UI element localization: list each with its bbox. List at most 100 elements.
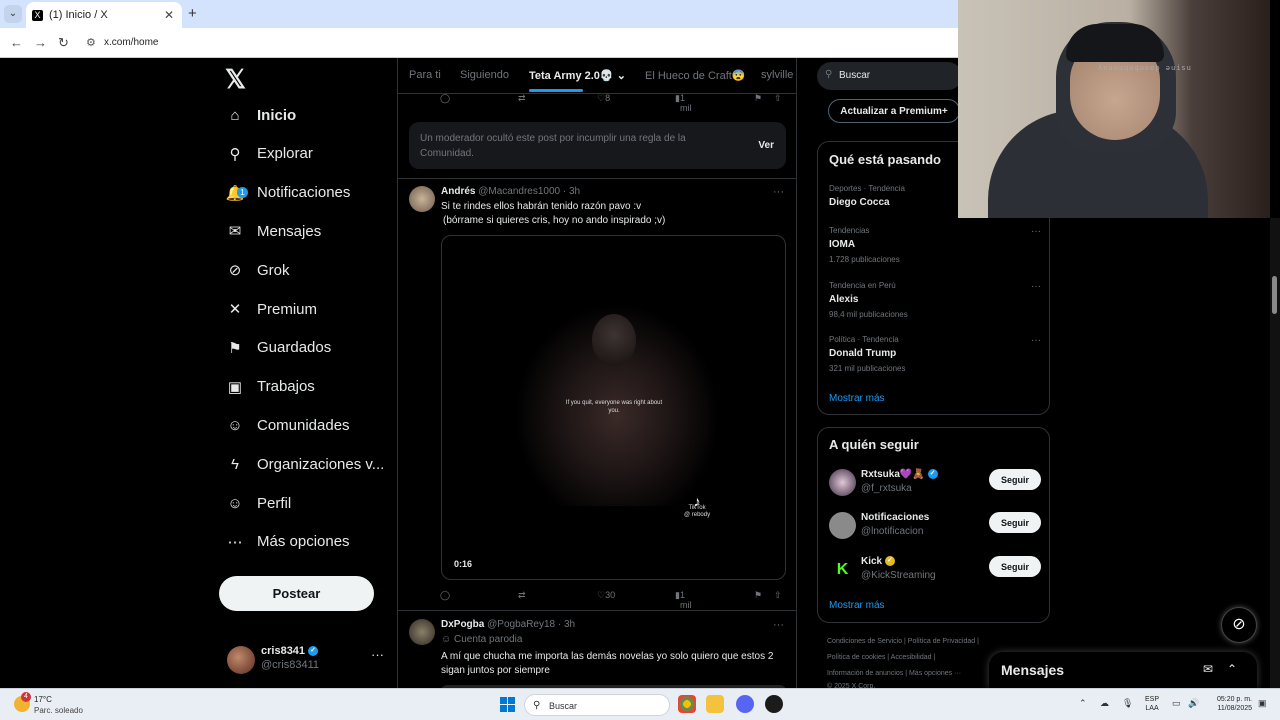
- footer-links[interactable]: Condiciones de Servicio | Política de Pr…: [827, 638, 979, 645]
- bookmark-icon[interactable]: ⚑: [754, 590, 762, 601]
- site-info-icon[interactable]: ⚙: [86, 36, 96, 49]
- reply-icon[interactable]: ◯: [440, 590, 450, 601]
- nav-item-perfil[interactable]: ☺ Perfil: [225, 485, 397, 521]
- views-button[interactable]: ▮ 1 mil: [675, 93, 691, 113]
- cloud-icon[interactable]: ☁: [1100, 698, 1109, 709]
- new-tab-button[interactable]: +: [188, 5, 197, 22]
- lightning-icon: ϟ: [231, 455, 239, 473]
- post-button[interactable]: Postear: [219, 576, 374, 611]
- more-icon[interactable]: ···: [1031, 226, 1041, 237]
- trend-item[interactable]: Tendencias IOMA 1.728 publicaciones ···: [829, 226, 1041, 264]
- more-icon[interactable]: ···: [371, 647, 384, 662]
- url-field[interactable]: x.com/home: [104, 37, 158, 48]
- weather-temp[interactable]: 17°C: [34, 695, 52, 704]
- tab-sylville[interactable]: sylville: [761, 69, 793, 81]
- trend-item[interactable]: Tendencia en Perú Alexis 98,4 mil public…: [829, 281, 1041, 319]
- avatar[interactable]: [409, 186, 435, 212]
- tab-search-dropdown[interactable]: ⌄: [4, 5, 22, 23]
- forward-icon[interactable]: →: [34, 35, 47, 50]
- view-hidden-button[interactable]: Ver: [758, 140, 774, 151]
- premium-button[interactable]: Actualizar a Premium+: [828, 99, 960, 123]
- video-player[interactable]: If you quit, everyone was right about yo…: [441, 235, 786, 580]
- nav-item-notificaciones[interactable]: 🔔 1 Notificaciones: [225, 175, 397, 211]
- taskbar-search[interactable]: ⚲ Buscar: [524, 694, 670, 716]
- clock[interactable]: 05:20 p. m. 11/08/2025: [1206, 695, 1252, 713]
- file-explorer-icon[interactable]: [706, 695, 724, 713]
- repost-icon[interactable]: ⇄: [518, 590, 526, 601]
- share-icon[interactable]: ⇧: [774, 93, 782, 104]
- home-icon: ⌂: [230, 106, 240, 124]
- more-icon[interactable]: ···: [773, 186, 784, 198]
- follow-suggestion[interactable]: Rxtsuka💜🧸 ✓ @f_rxtsuka Seguir: [829, 469, 1041, 499]
- nav-item-comunidades[interactable]: ☺ Comunidades: [225, 407, 397, 443]
- reload-icon[interactable]: ↻: [58, 35, 69, 51]
- tab-close-icon[interactable]: ✕: [164, 8, 174, 22]
- scrollbar-thumb[interactable]: [1272, 276, 1277, 314]
- discord-icon[interactable]: [736, 695, 754, 713]
- left-sidebar: 𝕏 ⌂ Inicio ⚲ Explorar 🔔 1 Notificaciones ✉ Mensa…: [215, 58, 397, 688]
- chevron-up-icon[interactable]: ⌃: [1227, 662, 1237, 676]
- share-icon[interactable]: ⇧: [774, 590, 782, 601]
- nav-item-trabajos[interactable]: ▣ Trabajos: [225, 369, 397, 405]
- more-icon[interactable]: ···: [1031, 335, 1041, 346]
- search-icon: ⚲: [825, 69, 833, 80]
- nav-item-label: Grok: [257, 261, 290, 279]
- trend-item[interactable]: Política · Tendencia Donald Trump 321 mi…: [829, 335, 1041, 373]
- nav-item-mensajes[interactable]: ✉ Mensajes: [225, 213, 397, 249]
- bookmark-icon[interactable]: ⚑: [754, 93, 762, 104]
- messages-drawer[interactable]: Mensajes ✉ ⌃: [989, 652, 1257, 688]
- chevron-down-icon: ⌄: [616, 70, 626, 82]
- nav-item-label: Premium: [257, 300, 318, 318]
- follow-button[interactable]: Seguir: [989, 556, 1041, 577]
- start-button[interactable]: [500, 697, 515, 712]
- network-icon[interactable]: ▭: [1172, 698, 1181, 709]
- nav-item-organizaciones-v[interactable]: ϟ Organizaciones v...: [225, 446, 397, 482]
- follow-suggestion[interactable]: Notificaciones @lnotificacion Seguir: [829, 512, 1041, 542]
- more-icon[interactable]: ···: [1031, 281, 1041, 292]
- tab-teta-army[interactable]: Teta Army 2.0💀 ⌄: [529, 69, 626, 82]
- tab-hueco-de-craft[interactable]: El Hueco de Craft😨: [645, 69, 746, 82]
- grok-icon[interactable]: ⊘: [1221, 607, 1257, 643]
- nav-item-grok[interactable]: ⊘ Grok: [225, 252, 397, 288]
- x-logo-icon[interactable]: 𝕏: [225, 64, 246, 95]
- tab-para-ti[interactable]: Para ti: [409, 69, 441, 81]
- nav-item-premium[interactable]: ✕ Premium: [225, 291, 397, 327]
- microphone-icon[interactable]: 🎙: [1122, 698, 1133, 709]
- chevron-up-icon[interactable]: ⌃: [1079, 698, 1087, 709]
- nav-item-explorar[interactable]: ⚲ Explorar: [225, 136, 397, 172]
- like-button[interactable]: ♡ 30: [597, 590, 615, 601]
- person-icon: ☺: [227, 494, 243, 512]
- volume-icon[interactable]: 🔊: [1188, 698, 1199, 709]
- like-button[interactable]: ♡ 8: [597, 93, 610, 104]
- follow-button[interactable]: Seguir: [989, 512, 1041, 533]
- back-icon[interactable]: ←: [10, 35, 23, 50]
- notifications-icon[interactable]: ▣: [1258, 698, 1267, 709]
- post-actions: ◯ ⇄ ♡ 30 ▮ 1 mil ⚑ ⇧: [440, 590, 790, 610]
- reply-icon[interactable]: ◯: [440, 93, 450, 104]
- account-switcher[interactable]: cris8341 ✓ @cris83411 ···: [225, 641, 390, 681]
- footer-links[interactable]: Información de anuncios | Más opciones ·…: [827, 670, 961, 677]
- follow-suggestion[interactable]: K Kick ✓ @KickStreaming Seguir: [829, 556, 1041, 586]
- nav-item-guardados[interactable]: ⚑ Guardados: [225, 330, 397, 366]
- show-more-link[interactable]: Mostrar más: [829, 393, 885, 404]
- obs-icon[interactable]: [765, 695, 783, 713]
- tab-title: (1) Inicio / X: [49, 9, 108, 21]
- new-message-icon[interactable]: ✉: [1203, 662, 1213, 676]
- weather-desc[interactable]: Parc. soleado: [34, 706, 83, 715]
- repost-icon[interactable]: ⇄: [518, 93, 526, 104]
- more-icon[interactable]: ···: [773, 619, 784, 631]
- nav-item-inicio[interactable]: ⌂ Inicio: [225, 97, 397, 133]
- language-indicator[interactable]: ESP LAA: [1145, 695, 1159, 713]
- nav-item-más-opciones[interactable]: ⋯ Más opciones: [225, 524, 397, 560]
- footer-links[interactable]: Política de cookies | Accesibilidad |: [827, 654, 935, 661]
- browser-tab[interactable]: X (1) Inicio / X ✕: [26, 2, 182, 28]
- panel-title: Qué está pasando: [829, 152, 941, 167]
- avatar[interactable]: [409, 619, 435, 645]
- tab-siguiendo[interactable]: Siguiendo: [460, 69, 509, 81]
- follow-button[interactable]: Seguir: [989, 469, 1041, 490]
- views-button[interactable]: ▮ 1 mil: [675, 590, 691, 610]
- chrome-icon[interactable]: [678, 695, 696, 713]
- x-favicon-icon: X: [32, 9, 43, 21]
- show-more-link[interactable]: Mostrar más: [829, 600, 885, 611]
- search-input[interactable]: ⚲ Buscar: [817, 62, 962, 90]
